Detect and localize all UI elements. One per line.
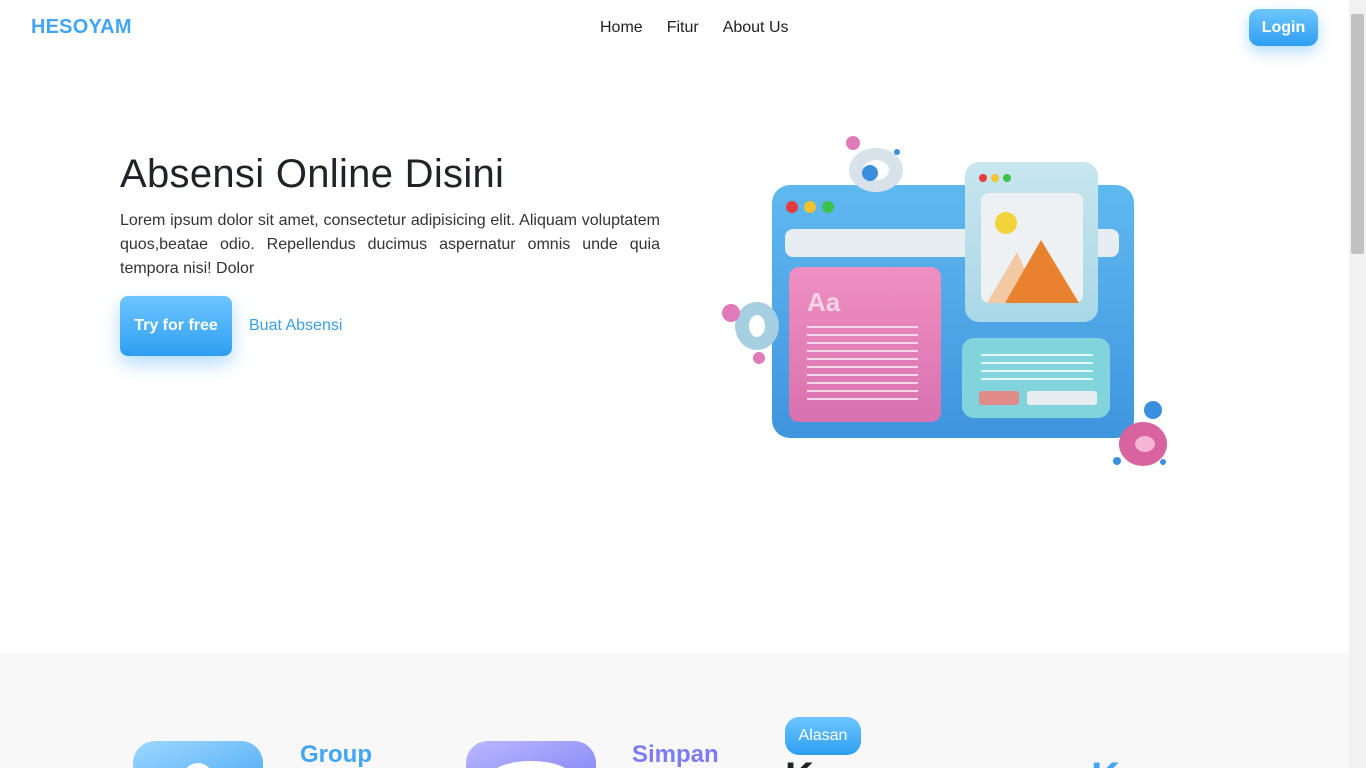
alasan-badge: Alasan xyxy=(785,717,861,755)
ball-left-small xyxy=(753,352,765,364)
scrollbar-thumb[interactable] xyxy=(1351,14,1364,254)
nav-links: Home Fitur About Us xyxy=(600,19,789,37)
navbar: HESOYAM Home Fitur About Us Login xyxy=(0,0,1349,56)
login-button[interactable]: Login xyxy=(1249,9,1318,46)
buat-absensi-link[interactable]: Buat Absensi xyxy=(249,317,342,335)
panel-dot-green xyxy=(1003,174,1011,182)
reason-heading-part1: K xyxy=(785,755,814,768)
ball-right-tiny xyxy=(1160,459,1166,465)
nav-link-fitur[interactable]: Fitur xyxy=(667,19,699,37)
feature-title-simpan: Simpan xyxy=(632,741,719,768)
ball-top-small xyxy=(894,149,900,155)
page-scrollbar[interactable] xyxy=(1349,0,1366,768)
ball-top-pink xyxy=(846,136,860,150)
image-sun-shape xyxy=(995,212,1017,234)
window-dot-yellow xyxy=(804,201,816,213)
window-dot-green xyxy=(822,201,834,213)
nav-link-home[interactable]: Home xyxy=(600,19,643,37)
ring-right-hole xyxy=(1135,436,1155,452)
window-dot-red xyxy=(786,201,798,213)
small-card-button-red xyxy=(979,391,1019,405)
hero-description: Lorem ipsum dolor sit amet, consectetur … xyxy=(120,212,660,277)
feature-title-group: Group xyxy=(300,741,372,768)
try-for-free-button[interactable]: Try for free xyxy=(120,296,232,356)
web-layout-illustration: Aa xyxy=(722,136,1167,466)
small-card-button-grey xyxy=(1027,391,1097,405)
ball-right-small xyxy=(1113,457,1121,465)
panel-dot-red xyxy=(979,174,987,182)
ball-left-pink xyxy=(722,304,740,322)
nav-link-about-us[interactable]: About Us xyxy=(723,19,789,37)
features-section: Group Simpan Alasan K K xyxy=(0,653,1349,768)
panel-dot-yellow xyxy=(991,174,999,182)
ball-top-blue xyxy=(862,165,878,181)
text-card-label: Aa xyxy=(807,287,841,317)
hero-title: Absensi Online Disini xyxy=(120,152,505,196)
ball-right-blue xyxy=(1144,401,1162,419)
reason-heading: K K xyxy=(785,755,1120,768)
brand-logo[interactable]: HESOYAM xyxy=(31,16,132,39)
group-icon xyxy=(133,741,263,768)
reason-heading-part2: K xyxy=(1091,755,1120,768)
save-icon xyxy=(466,741,596,768)
ring-left-hole xyxy=(749,315,765,337)
